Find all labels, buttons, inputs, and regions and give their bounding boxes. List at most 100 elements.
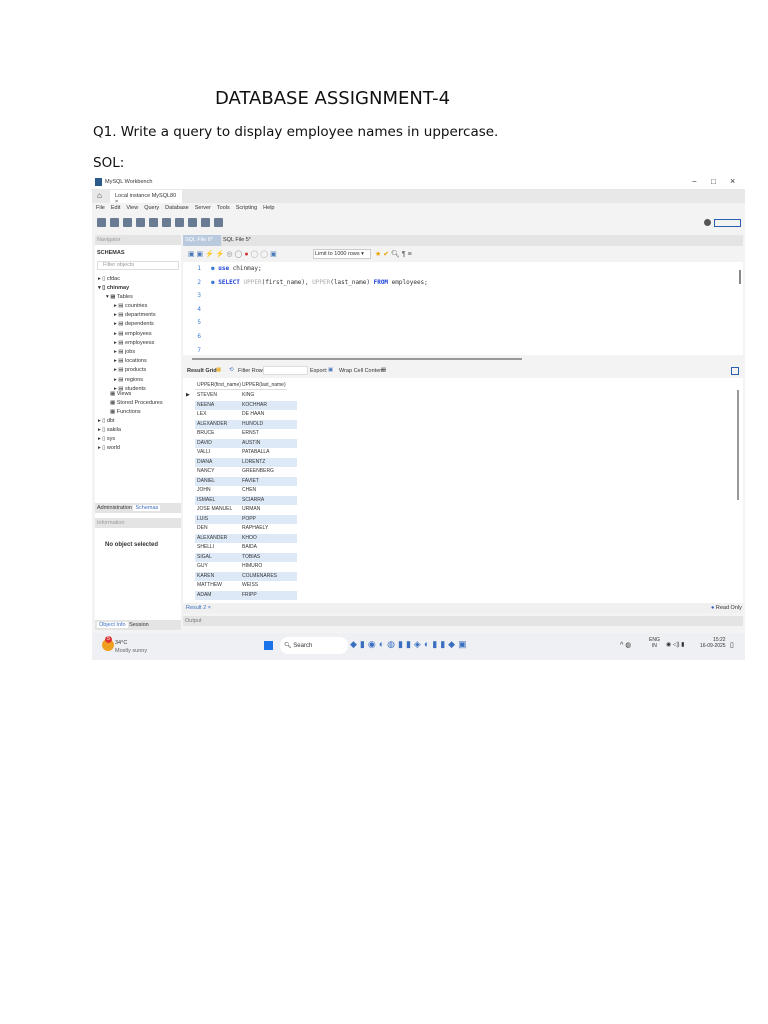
table-row[interactable]: SIGAL TOBIAS — [195, 552, 297, 562]
schema-sys[interactable]: ▸ ▯ sys — [98, 436, 115, 442]
tab-sql-file-5[interactable]: SQL File 5* — [223, 237, 251, 243]
schema-dbt[interactable]: ▸ ▯ dbt — [98, 418, 115, 424]
code-line[interactable]: 1 ● use chinmay; — [183, 262, 261, 275]
wrap-cell-icon[interactable]: ▤ — [381, 367, 386, 373]
table-node[interactable]: ▸ ▤ jobs — [114, 349, 135, 355]
table-row[interactable]: MATTHEW WEISS — [195, 581, 297, 591]
settings-icon[interactable] — [704, 219, 711, 226]
inspector-icon[interactable] — [123, 218, 132, 227]
editor-hscrollbar[interactable] — [192, 358, 522, 360]
table-row[interactable]: JOSE MANUEL URMAN — [195, 505, 297, 515]
menu-edit[interactable]: Edit — [111, 205, 120, 211]
table-node[interactable]: ▸ ▤ departments — [114, 312, 156, 318]
filter-rows-input[interactable] — [263, 366, 308, 375]
sql-toolbar-icons-right[interactable]: ★ ✔ 🔍︎ ¶ ≡ — [375, 250, 412, 258]
home-icon[interactable]: ⌂ — [97, 191, 102, 200]
column-header-last-name[interactable]: UPPER(last_name) — [242, 382, 286, 388]
create-procedure-icon[interactable] — [175, 218, 184, 227]
code-line[interactable]: 3 — [183, 289, 218, 302]
create-schema-icon[interactable] — [136, 218, 145, 227]
table-row[interactable]: DANIEL FAVIET — [195, 476, 297, 486]
sql-toolbar-icons[interactable]: ▣ ▣ ⚡ ⚡ ◎ ◯ ● ◯ ◯ ▣ — [188, 250, 277, 258]
table-row[interactable]: GUY HIMURO — [195, 562, 297, 572]
menu-scripting[interactable]: Scripting — [236, 205, 257, 211]
table-node[interactable]: ▸ ▤ dependents — [114, 321, 154, 327]
clock[interactable]: 15:22 16-09-2025 — [700, 637, 726, 649]
schema-chinmay[interactable]: ▾ ▯ chinmay — [98, 285, 129, 291]
minimize-button[interactable]: − — [692, 177, 697, 186]
filter-objects-input[interactable]: Filter objects — [97, 261, 179, 270]
new-sql-tab-icon[interactable] — [97, 218, 106, 227]
table-row[interactable]: DEN RAPHAELY — [195, 524, 297, 534]
code-line[interactable]: 4 — [183, 303, 218, 316]
table-node[interactable]: ▸ ▤ employees — [114, 331, 152, 337]
tables-node[interactable]: ▾ ▦ Tables — [106, 294, 133, 300]
table-row[interactable]: ADAM FRIPP — [195, 590, 297, 600]
table-row[interactable]: DAVID AUSTIN — [195, 438, 297, 448]
table-row[interactable]: DIANA LORENTZ — [195, 457, 297, 467]
menu-tools[interactable]: Tools — [217, 205, 230, 211]
menu-database[interactable]: Database — [165, 205, 189, 211]
tab-object-info[interactable]: Object Info — [97, 622, 128, 628]
editor-vscrollbar[interactable] — [739, 270, 741, 284]
start-icon[interactable] — [264, 641, 273, 650]
code-line[interactable]: 2 ● SELECT UPPER(first_name), UPPER(last_… — [183, 276, 427, 289]
table-row[interactable]: LEX DE HAAN — [195, 410, 297, 420]
taskbar-app-icons[interactable]: ◆▮◉◐◍▮▮◈◐▮▮◆▣ — [350, 639, 470, 650]
code-line[interactable]: 5 — [183, 316, 218, 329]
notification-icon[interactable]: ▯ — [730, 641, 734, 649]
code-line[interactable]: 6 — [183, 330, 218, 343]
table-row[interactable]: JOHN CHEN — [195, 486, 297, 496]
create-table-icon[interactable] — [149, 218, 158, 227]
language-indicator[interactable]: ENG IN — [649, 637, 660, 649]
table-row[interactable]: LUIS POPP — [195, 514, 297, 524]
table-row[interactable]: BRUCE ERNST — [195, 429, 297, 439]
show-hidden-icons[interactable]: ^ ◍ — [620, 641, 631, 649]
menu-view[interactable]: View — [126, 205, 138, 211]
menu-file[interactable]: File — [96, 205, 105, 211]
schema-sakila[interactable]: ▸ ▯ sakila — [98, 427, 121, 433]
menu-help[interactable]: Help — [263, 205, 274, 211]
table-node[interactable]: ▸ ▤ regions — [114, 377, 143, 383]
layout-toggle-icon[interactable] — [714, 219, 741, 227]
tab-schemas[interactable]: Schemas — [133, 505, 161, 511]
schema-world[interactable]: ▸ ▯ world — [98, 445, 120, 451]
taskbar-search[interactable]: 🔍︎ Search — [280, 637, 348, 654]
tab-sql-file-6[interactable]: SQL File 6* — [183, 235, 221, 246]
create-function-icon[interactable] — [188, 218, 197, 227]
export-icon[interactable]: ▣ — [328, 367, 333, 373]
views-node[interactable]: ▦ Views — [110, 391, 131, 397]
grid-icon[interactable]: ▦ — [216, 367, 221, 373]
create-view-icon[interactable] — [162, 218, 171, 227]
table-row[interactable]: ALEXANDER HUNOLD — [195, 419, 297, 429]
table-row[interactable]: STEVEN KING — [195, 391, 297, 401]
close-button[interactable]: × — [730, 176, 735, 186]
network-volume-battery-icons[interactable]: ◉ ◁) ▮ — [666, 641, 684, 648]
search-table-icon[interactable] — [201, 218, 210, 227]
table-node[interactable]: ▸ ▤ products — [114, 367, 146, 373]
result-2-tab[interactable]: Result 2 × — [186, 605, 211, 611]
table-row[interactable]: NEENA KOCHHAR — [195, 400, 297, 410]
result-grid-button[interactable]: Result Grid — [187, 368, 217, 374]
menu-query[interactable]: Query — [144, 205, 159, 211]
functions-node[interactable]: ▦ Functions — [110, 409, 141, 415]
sql-editor[interactable]: 1 ● use chinmay; 2 ● SELECT UPPER(first_nam… — [183, 262, 743, 360]
table-node[interactable]: ▸ ▤ countries — [114, 303, 147, 309]
reconnect-icon[interactable] — [214, 218, 223, 227]
tab-session[interactable]: Session — [129, 622, 149, 628]
open-sql-icon[interactable] — [110, 218, 119, 227]
table-row[interactable]: NANCY GREENBERG — [195, 467, 297, 477]
stored-procedures-node[interactable]: ▦ Stored Procedures — [110, 400, 163, 406]
table-row[interactable]: ISMAEL SCIARRA — [195, 495, 297, 505]
menu-server[interactable]: Server — [195, 205, 211, 211]
table-row[interactable]: VALLI PATABALLA — [195, 448, 297, 458]
column-header-first-name[interactable]: UPPER(first_name) — [197, 382, 241, 388]
schema-cfdac[interactable]: ▸ ▯ cfdac — [98, 276, 120, 282]
maximize-button[interactable]: □ — [711, 177, 716, 186]
table-row[interactable]: ALEXANDER KHOO — [195, 533, 297, 543]
result-vscrollbar[interactable] — [737, 390, 739, 500]
table-row[interactable]: SHELLI BAIDA — [195, 543, 297, 553]
table-row[interactable]: KAREN COLMENARES — [195, 571, 297, 581]
table-node[interactable]: ▸ ▤ locations — [114, 358, 147, 364]
limit-rows-select[interactable]: Limit to 1000 rows ▾ — [313, 249, 371, 259]
